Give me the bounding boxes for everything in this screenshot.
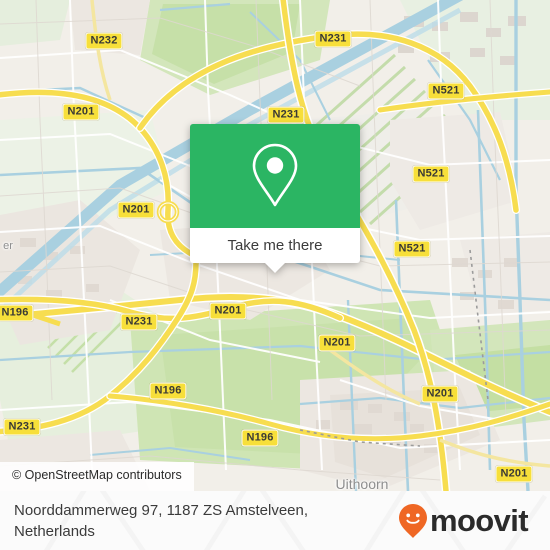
address-text: Noorddammerweg 97, 1187 ZS Amstelveen, N… bbox=[14, 500, 308, 542]
road-shield-n201: N201 bbox=[495, 465, 533, 483]
place-label-uithoorn: Uithoorn bbox=[335, 476, 389, 491]
moovit-wordmark: moovit bbox=[429, 503, 529, 538]
road-shield-n201: N201 bbox=[421, 385, 459, 403]
road-shield-n231: N231 bbox=[3, 418, 41, 436]
road-shield-n232: N232 bbox=[85, 32, 123, 50]
road-shield-n201: N201 bbox=[62, 103, 100, 121]
map-pin-icon bbox=[252, 143, 298, 207]
popup-pointer-tail bbox=[264, 262, 286, 273]
take-me-there-label: Take me there bbox=[227, 237, 323, 254]
road-shield-n231: N231 bbox=[120, 313, 158, 331]
take-me-there-popup[interactable]: Take me there bbox=[190, 124, 360, 273]
popup-footer[interactable]: Take me there bbox=[190, 228, 360, 273]
road-shield-n521: N521 bbox=[412, 165, 450, 183]
address-line-1: Noorddammerweg 97, 1187 ZS Amstelveen, bbox=[14, 501, 309, 519]
road-shield-n231: N231 bbox=[314, 30, 352, 48]
openstreetmap-attribution[interactable]: © OpenStreetMap contributors bbox=[0, 462, 194, 491]
road-shield-n201: N201 bbox=[209, 302, 247, 320]
moovit-map-screenshot: N232 N231 N521 N201 N231 N521 N201 N521 N196 N231… bbox=[0, 0, 550, 550]
map-canvas[interactable]: N232 N231 N521 N201 N231 N521 N201 N521 N196 N231… bbox=[0, 0, 550, 491]
road-shield-n201: N201 bbox=[117, 201, 155, 219]
road-shield-n196: N196 bbox=[149, 382, 187, 400]
place-label-er: er bbox=[3, 240, 13, 252]
footer-bar: Noorddammerweg 97, 1187 ZS Amstelveen, N… bbox=[0, 491, 550, 550]
road-shield-n521: N521 bbox=[427, 82, 465, 100]
road-shield-n201: N201 bbox=[318, 334, 356, 352]
moovit-smiley-pin-icon bbox=[398, 503, 427, 538]
road-shield-n231: N231 bbox=[267, 106, 305, 124]
road-shield-n196: N196 bbox=[241, 429, 279, 447]
road-shield-n521: N521 bbox=[393, 240, 431, 258]
moovit-logo[interactable]: moovit bbox=[398, 503, 536, 539]
popup-header bbox=[190, 124, 360, 228]
road-shield-n196: N196 bbox=[0, 304, 34, 322]
address-line-2: Netherlands bbox=[14, 522, 95, 540]
